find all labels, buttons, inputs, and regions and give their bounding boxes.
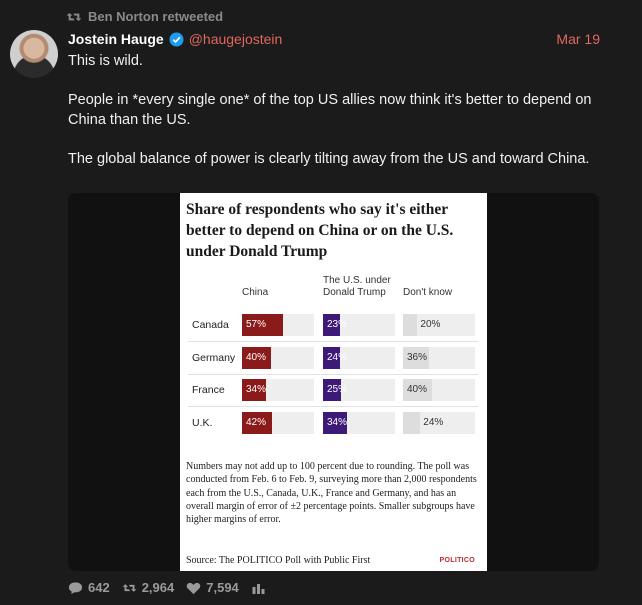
tweet-header: Jostein Hauge @haugejostein Mar 19 bbox=[68, 31, 600, 47]
analytics-icon bbox=[252, 583, 265, 594]
bar-value-label: 40% bbox=[407, 384, 428, 395]
retweet-label: Ben Norton retweeted bbox=[88, 9, 224, 24]
bar-track: 25% bbox=[323, 379, 395, 401]
bar-value-label: 42% bbox=[246, 416, 267, 428]
chart-note: Numbers may not add up to 100 percent du… bbox=[186, 461, 477, 526]
bar-track: 34% bbox=[242, 379, 314, 401]
like-count: 7,594 bbox=[206, 580, 239, 595]
bar-value-label: 24% bbox=[423, 416, 444, 428]
retweet-count: 2,964 bbox=[141, 580, 175, 595]
bar-value-label: 57% bbox=[246, 319, 267, 330]
bar-value-label: 36% bbox=[407, 351, 428, 363]
row-label: U.K. bbox=[192, 416, 213, 429]
reply-icon bbox=[68, 581, 83, 594]
chart-title: Share of respondents who say it's either… bbox=[186, 201, 454, 260]
like-button[interactable]: 7,594 bbox=[186, 580, 239, 595]
bar-track: 57% bbox=[242, 314, 314, 336]
bar-value-label: 34% bbox=[327, 416, 348, 428]
bar-value-label: 24% bbox=[327, 351, 348, 363]
chart-image: Share of respondents who say it's either… bbox=[180, 193, 487, 571]
col-head-dontknow: Don't know bbox=[403, 287, 453, 298]
reply-count: 642 bbox=[88, 580, 110, 595]
tweet-paragraph: People in *every single one* of the top … bbox=[68, 92, 592, 128]
tweet-paragraph: The global balance of power is clearly t… bbox=[68, 150, 590, 167]
tweet-paragraph: This is wild. bbox=[68, 53, 143, 69]
bar-track: 36% bbox=[403, 346, 475, 369]
retweet-button[interactable]: 2,964 bbox=[122, 580, 175, 595]
author-handle[interactable]: @haugejostein bbox=[189, 31, 283, 47]
bar bbox=[403, 314, 418, 336]
bar-track: 24% bbox=[403, 411, 475, 434]
row-divider bbox=[188, 373, 478, 375]
tweet-date[interactable]: Mar 19 bbox=[556, 31, 600, 47]
reply-button[interactable]: 642 bbox=[68, 580, 110, 595]
retweet-icon bbox=[66, 12, 82, 21]
bar-track: 42% bbox=[242, 411, 314, 434]
bar-track: 24% bbox=[323, 346, 395, 369]
row-label: Canada bbox=[192, 319, 229, 331]
tweet-media[interactable]: Share of respondents who say it's either… bbox=[68, 193, 599, 571]
author-name[interactable]: Jostein Hauge bbox=[68, 31, 164, 47]
bar-track: 34% bbox=[323, 411, 395, 434]
bar-value-label: 34% bbox=[246, 384, 267, 395]
bar bbox=[403, 411, 421, 434]
bar-value-label: 23% bbox=[327, 319, 348, 330]
chart-source: Source: The POLITICO Poll with Public Fi… bbox=[186, 555, 371, 566]
col-head-china: China bbox=[242, 287, 269, 298]
tweet-actions: 642 2,964 7,594 bbox=[68, 580, 266, 595]
row-label: Germany bbox=[192, 351, 236, 364]
bar-track: 40% bbox=[403, 379, 475, 401]
avatar[interactable] bbox=[10, 30, 58, 78]
retweet-line: Ben Norton retweeted bbox=[66, 9, 223, 24]
col-head-us: The U.S. under Donald Trump bbox=[323, 275, 391, 298]
analytics-button[interactable] bbox=[251, 581, 266, 595]
bar-value-label: 25% bbox=[327, 384, 348, 395]
row-divider bbox=[188, 406, 478, 407]
row-label: France bbox=[192, 384, 225, 396]
bar-track: 20% bbox=[403, 314, 475, 336]
retweet-icon bbox=[122, 583, 137, 592]
row-divider bbox=[188, 341, 478, 342]
verified-badge-icon bbox=[169, 31, 184, 47]
bar-value-label: 40% bbox=[246, 351, 267, 363]
politico-logo: POLITICO bbox=[439, 557, 475, 564]
bar-value-label: 20% bbox=[420, 319, 441, 330]
bar-track: 40% bbox=[242, 346, 314, 369]
tweet-text: This is wild. People in *every single on… bbox=[68, 52, 608, 189]
like-icon bbox=[186, 582, 201, 594]
bar-track: 23% bbox=[323, 314, 395, 336]
